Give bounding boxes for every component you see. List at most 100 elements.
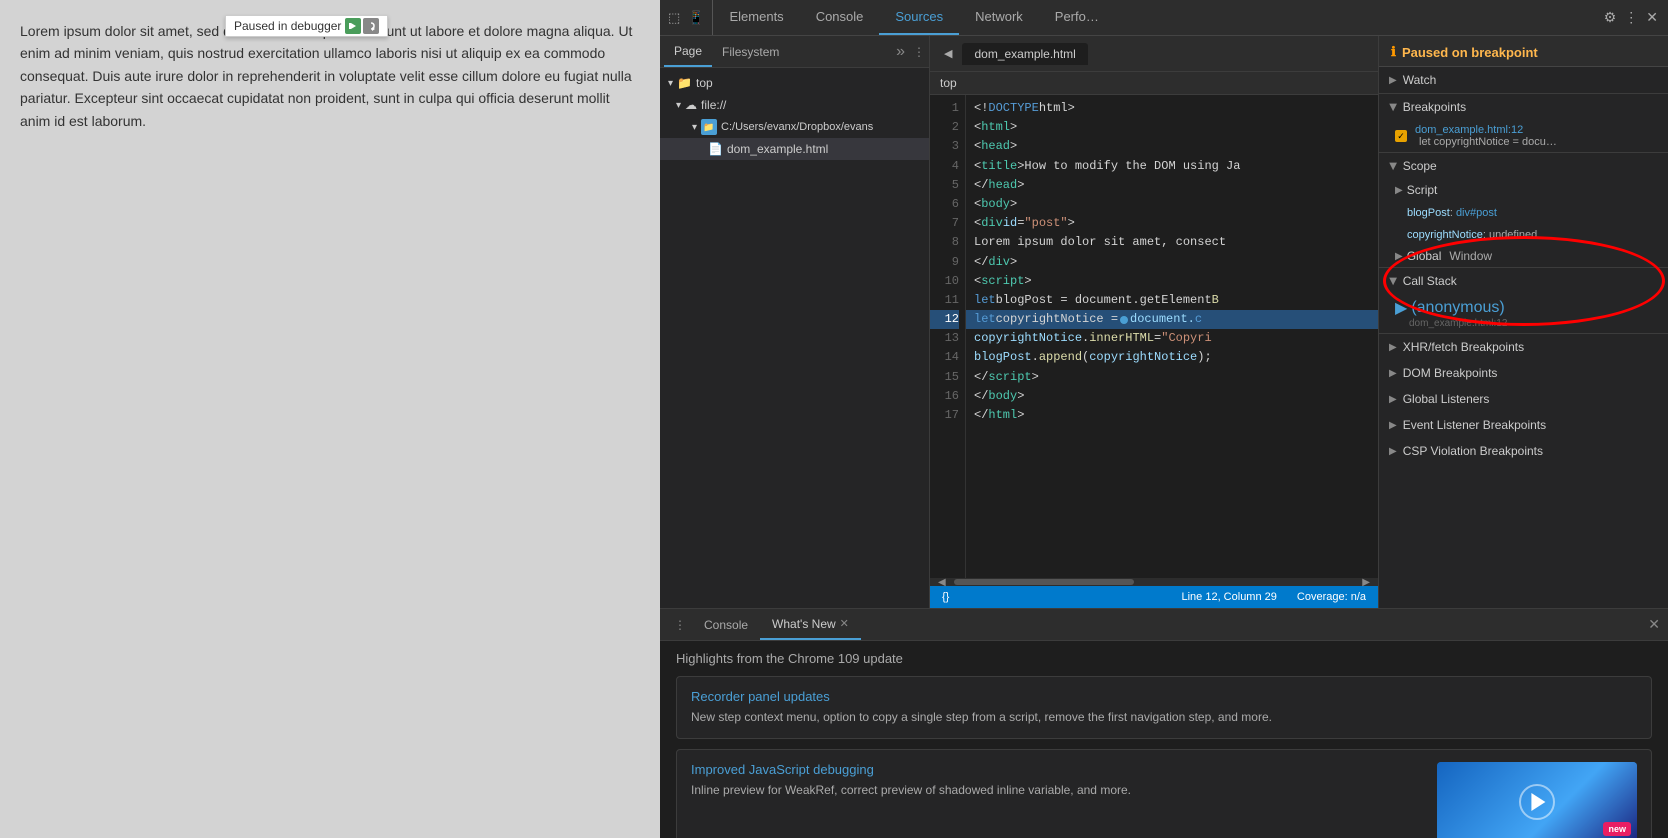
feature-card-1-title: Recorder panel updates xyxy=(691,689,1637,704)
code-line-3: <head> xyxy=(966,137,1378,156)
bottom-tabs-more-icon[interactable]: ⋮ xyxy=(668,618,692,632)
statusbar-left: {} xyxy=(942,591,949,603)
more-vert-icon[interactable]: ⋮ xyxy=(1624,9,1638,26)
breakpoint-checkbox[interactable]: ✓ xyxy=(1395,130,1407,142)
step-over-button[interactable] xyxy=(363,18,379,34)
sidebar-tab-page[interactable]: Page xyxy=(664,36,712,67)
ln-9: 9 xyxy=(930,253,959,272)
sidebar-tabs-more[interactable]: » xyxy=(892,43,909,61)
tab-performance[interactable]: Perfo… xyxy=(1039,0,1115,35)
code-line-10: <script> xyxy=(966,272,1378,291)
callstack-item: ▶ (anonymous) dom_example.html:12 xyxy=(1379,294,1668,333)
breakpoint-item: ✓ dom_example.html:12 let copyrightNotic… xyxy=(1379,120,1668,152)
dom-breakpoints-section[interactable]: ▶ DOM Breakpoints xyxy=(1379,360,1668,386)
code-line-5: </head> xyxy=(966,176,1378,195)
sidebar-more-icon[interactable]: ⋮ xyxy=(913,45,925,59)
scope-section: ▶ Scope ▶ Script blogPost: div#post copy… xyxy=(1379,153,1668,268)
event-listener-section[interactable]: ▶ Event Listener Breakpoints xyxy=(1379,412,1668,438)
feature-card-2: Improved JavaScript debugging Inline pre… xyxy=(676,749,1652,838)
editor-horizontal-scrollbar[interactable]: ◀ ▶ xyxy=(930,578,1378,586)
sidebar-tab-filesystem[interactable]: Filesystem xyxy=(712,36,789,67)
feature-card-1-desc: New step context menu, option to copy a … xyxy=(691,708,1637,726)
bottom-content: Highlights from the Chrome 109 update Re… xyxy=(660,641,1668,838)
devtools-topbar: ⬚ 📱 Elements Console Sources Network Per… xyxy=(660,0,1668,36)
editor-statusbar: {} Line 12, Column 29 Coverage: n/a xyxy=(930,586,1378,608)
statusbar-coverage: Coverage: n/a xyxy=(1297,591,1366,603)
ln-6: 6 xyxy=(930,195,959,214)
scope-section-header[interactable]: ▶ Scope xyxy=(1379,153,1668,179)
tab-sources[interactable]: Sources xyxy=(879,0,959,35)
play-triangle xyxy=(1531,793,1545,811)
xhr-fetch-section[interactable]: ▶ XHR/fetch Breakpoints xyxy=(1379,334,1668,360)
feature-card-1-text: Recorder panel updates New step context … xyxy=(691,689,1637,726)
tree-item-html-file[interactable]: 📄 dom_example.html xyxy=(660,138,929,160)
paused-debugger-badge: Paused in debugger xyxy=(225,15,388,37)
sidebar-tabs: Page Filesystem » ⋮ xyxy=(660,36,929,68)
pause-info-icon: ℹ xyxy=(1391,44,1396,60)
line-numbers: 1 2 3 4 5 6 7 8 9 10 11 12 13 14 15 16 1 xyxy=(930,95,966,578)
cursor-icon[interactable]: ⬚ xyxy=(668,10,680,26)
scroll-left-btn[interactable]: ◀ xyxy=(938,577,946,588)
scope-global-header[interactable]: ▶ Global Window xyxy=(1379,245,1668,267)
scope-arrow-icon: ▶ xyxy=(1387,162,1398,170)
callstack-arrow-icon: ▶ xyxy=(1387,277,1398,285)
code-lines: <!DOCTYPE html> <html> <head> <title>How… xyxy=(966,95,1378,578)
execution-context-bar: top xyxy=(930,72,1378,95)
devtools-tabs: Elements Console Sources Network Perfo… xyxy=(713,0,1603,35)
csp-violation-section[interactable]: ▶ CSP Violation Breakpoints xyxy=(1379,438,1668,464)
scroll-right-btn[interactable]: ▶ xyxy=(1362,577,1370,588)
code-line-14: blogPost.append(copyrightNotice); xyxy=(966,348,1378,367)
scope-global-label: Global xyxy=(1407,249,1442,263)
debugger-panel: ℹ Paused on breakpoint ▶ Watch ▶ Breakpo… xyxy=(1378,36,1668,608)
editor-back-btn[interactable]: ◀ xyxy=(938,47,958,60)
callstack-file: dom_example.html:12 xyxy=(1409,318,1652,329)
ln-8: 8 xyxy=(930,233,959,252)
callstack-section-header[interactable]: ▶ Call Stack xyxy=(1379,268,1668,294)
callstack-func: ▶ (anonymous) xyxy=(1395,298,1652,318)
tab-elements[interactable]: Elements xyxy=(713,0,799,35)
bottom-panel-close-btn[interactable]: ✕ xyxy=(1648,616,1660,633)
feature-card-2-img: new xyxy=(1437,762,1637,838)
cloud-icon: ☁ xyxy=(685,98,697,112)
tree-item-top[interactable]: ▾ 📁 top xyxy=(660,72,929,94)
scope-copyright-key: copyrightNotice xyxy=(1407,229,1483,241)
sources-sidebar: Page Filesystem » ⋮ ▾ 📁 top ▾ ☁ file:// … xyxy=(660,36,930,608)
devtools-bottom: ⋮ Console What's New ✕ ✕ Highlights from… xyxy=(660,608,1668,838)
bottom-tab-whats-new[interactable]: What's New ✕ xyxy=(760,609,861,640)
scope-blogpost-value: div#post xyxy=(1456,207,1497,219)
ln-10: 10 xyxy=(930,272,959,291)
paused-header: ℹ Paused on breakpoint xyxy=(1379,36,1668,67)
scope-script-header[interactable]: ▶ Script xyxy=(1379,179,1668,201)
scope-script-label: Script xyxy=(1407,183,1438,197)
hscrollbar-thumb[interactable] xyxy=(954,579,1134,585)
breakpoints-section: ▶ Breakpoints ✓ dom_example.html:12 let … xyxy=(1379,94,1668,153)
close-devtools-icon[interactable]: ✕ xyxy=(1646,9,1658,26)
code-line-9: </div> xyxy=(966,253,1378,272)
resume-button[interactable] xyxy=(345,18,361,34)
code-line-4: <title>How to modify the DOM using Ja xyxy=(966,157,1378,176)
ln-17: 17 xyxy=(930,406,959,425)
xhr-arrow-icon: ▶ xyxy=(1389,342,1397,353)
whats-new-close-icon[interactable]: ✕ xyxy=(840,617,849,630)
device-icon[interactable]: 📱 xyxy=(688,10,704,26)
bottom-tab-console[interactable]: Console xyxy=(692,609,760,640)
ln-1: 1 xyxy=(930,99,959,118)
play-button-circle xyxy=(1519,784,1555,820)
settings-icon[interactable]: ⚙ xyxy=(1604,9,1617,26)
global-listeners-section[interactable]: ▶ Global Listeners xyxy=(1379,386,1668,412)
watch-section-header[interactable]: ▶ Watch xyxy=(1379,67,1668,93)
ln-5: 5 xyxy=(930,176,959,195)
ln-15: 15 xyxy=(930,368,959,387)
tab-console[interactable]: Console xyxy=(800,0,880,35)
editor-active-tab[interactable]: dom_example.html xyxy=(962,43,1087,65)
script-expand-icon: ▶ xyxy=(1395,185,1403,196)
tree-item-path[interactable]: ▾ 📁 C:/Users/evanx/Dropbox/evans xyxy=(660,116,929,138)
statusbar-right: Line 12, Column 29 Coverage: n/a xyxy=(1181,591,1366,603)
tab-network[interactable]: Network xyxy=(959,0,1039,35)
dom-bp-arrow-icon: ▶ xyxy=(1389,368,1397,379)
folder-icon: ▾ xyxy=(668,78,673,89)
tree-item-file[interactable]: ▾ ☁ file:// xyxy=(660,94,929,116)
breakpoints-section-header[interactable]: ▶ Breakpoints xyxy=(1379,94,1668,120)
devtools-topbar-right: ⚙ ⋮ ✕ xyxy=(1604,9,1668,26)
code-line-16: </body> xyxy=(966,387,1378,406)
